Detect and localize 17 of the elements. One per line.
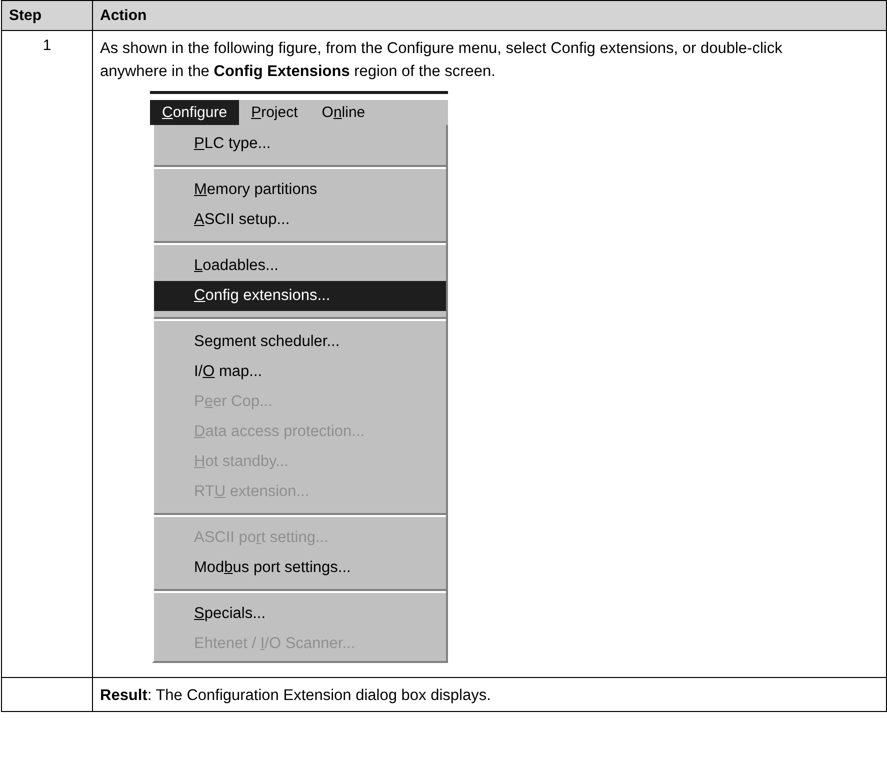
column-header: Action (92, 0, 886, 30)
menu-item[interactable]: Segment scheduler... (154, 327, 446, 357)
menu-bar-item[interactable]: Project (239, 100, 310, 125)
instruction-text: As shown in the following figure, from the Configure menu, select Config extensions, or double-click anywhere in the Config Extensions region of the screen. (100, 39, 784, 82)
menu-bar-item[interactable]: Online (310, 100, 378, 125)
menu-item[interactable]: Loadables... (154, 251, 446, 281)
result-text: Result: The Configuration Extension dialog box displays. (100, 686, 492, 706)
menu-item[interactable]: PLC type... (154, 129, 446, 159)
menu-item[interactable]: I/O map... (154, 357, 446, 387)
menu-bar-item[interactable]: Configure (150, 100, 240, 125)
menu-item[interactable]: Memory partitions (154, 175, 446, 205)
column-header: Step (2, 0, 92, 30)
step-number: 1 (2, 30, 92, 678)
menu-item[interactable]: Modbus port settings... (154, 553, 446, 583)
menu-item[interactable]: Specials... (154, 599, 446, 629)
menu-item[interactable]: ASCII setup... (154, 205, 446, 235)
menu-item[interactable]: Config extensions... (154, 281, 446, 311)
